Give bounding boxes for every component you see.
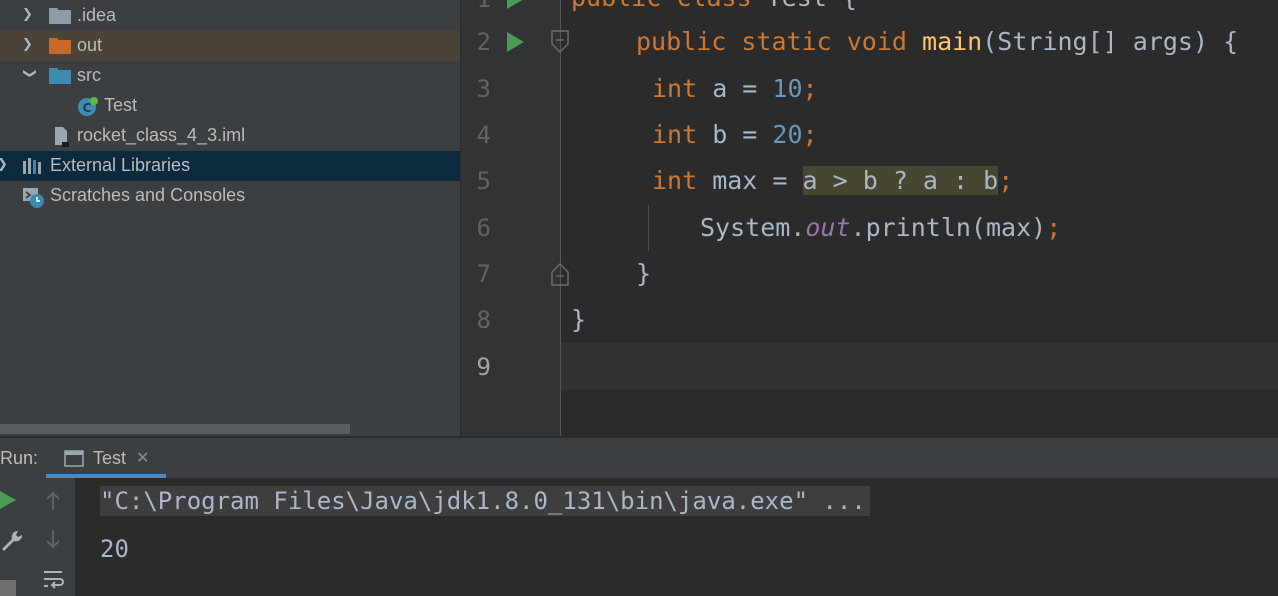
chevron-right-icon[interactable]: ❯ — [22, 37, 36, 53]
tree-item-label: out — [77, 35, 103, 55]
tree-item-external-libraries[interactable]: ❯ External Libraries — [0, 151, 460, 181]
tree-item-label: rocket_class_4_3.iml — [77, 125, 246, 145]
console-output-line: 20 — [100, 535, 129, 563]
run-gutter-icon[interactable] — [507, 0, 524, 9]
run-main-icon[interactable] — [507, 32, 524, 52]
line-number-partial: 1 — [461, 0, 491, 14]
close-icon[interactable]: ✕ — [136, 448, 149, 467]
line-number: 2 — [476, 28, 491, 56]
scrollbar-thumb[interactable] — [0, 424, 350, 434]
tree-item-label: src — [77, 65, 101, 85]
indent-guide — [648, 205, 649, 251]
chevron-down-icon[interactable]: ❯ — [21, 68, 37, 82]
line-number: 8 — [476, 306, 491, 334]
run-toolbar — [0, 478, 75, 596]
console-icon — [64, 450, 84, 467]
code-line-4: int b = 20; — [652, 120, 818, 149]
ternary-highlight: a > b ? a : b — [802, 166, 999, 195]
code-line-2: public static void main(String[] args) { — [636, 27, 1239, 56]
iml-file-icon — [55, 127, 69, 147]
tree-item-label: Test — [104, 95, 138, 115]
soft-wrap-icon[interactable] — [42, 569, 64, 589]
wrench-icon[interactable] — [0, 529, 22, 551]
tree-item-label: External Libraries — [50, 155, 191, 175]
scratches-icon — [23, 188, 44, 208]
tree-item-scratches[interactable]: Scratches and Consoles — [0, 181, 460, 211]
fold-open-icon[interactable] — [551, 30, 569, 54]
svg-text:C: C — [83, 101, 92, 115]
console-command-line: "C:\Program Files\Java\jdk1.8.0_131\bin\… — [100, 486, 870, 516]
line-number: 9 — [476, 353, 491, 381]
line-number: 6 — [476, 214, 491, 242]
run-label: Run: — [0, 448, 39, 468]
tree-item-src[interactable]: ❯ src — [0, 61, 460, 91]
folder-icon — [49, 68, 71, 84]
line-number: 5 — [476, 167, 491, 195]
arrow-up-icon[interactable] — [44, 490, 62, 512]
tab-label: Test — [93, 448, 127, 468]
code-line-5: int max = a > b ? a : b; — [652, 166, 1014, 195]
tree-item-label: .idea — [77, 5, 117, 25]
fold-close-icon[interactable] — [551, 262, 569, 286]
project-tree: ❯ .idea ❯ out ❯ src C Test rocket_class_… — [0, 0, 460, 436]
code-line-3: int a = 10; — [652, 74, 818, 103]
line-number: 4 — [476, 121, 491, 149]
line-number: 3 — [476, 75, 491, 103]
tree-item-label: Scratches and Consoles — [50, 185, 246, 205]
libraries-icon — [23, 158, 41, 174]
folder-icon — [49, 8, 71, 24]
code-line-7: } — [636, 259, 652, 288]
rerun-icon[interactable] — [0, 491, 16, 509]
tree-item-out[interactable]: ❯ out — [0, 31, 460, 61]
arrow-down-icon[interactable] — [44, 528, 62, 550]
tab-test[interactable]: Test ✕ — [46, 438, 166, 478]
run-panel-header — [0, 438, 1278, 478]
java-class-icon: C — [78, 97, 98, 116]
line-number: 7 — [476, 260, 491, 288]
chevron-right-icon[interactable]: ❯ — [22, 7, 36, 23]
code-line-6: System.out.println(max); — [700, 213, 1062, 242]
tree-item-idea[interactable]: ❯ .idea — [0, 1, 460, 31]
code-line-8: } — [571, 305, 587, 334]
chevron-right-icon[interactable]: ❯ — [0, 157, 11, 173]
current-line-highlight — [561, 343, 1278, 390]
tree-item-iml[interactable]: rocket_class_4_3.iml — [0, 121, 460, 151]
code-line-partial: public class Test { — [571, 0, 857, 13]
folder-icon — [49, 38, 71, 54]
stop-icon[interactable] — [0, 580, 16, 596]
tree-item-test-class[interactable]: C Test — [0, 91, 460, 121]
